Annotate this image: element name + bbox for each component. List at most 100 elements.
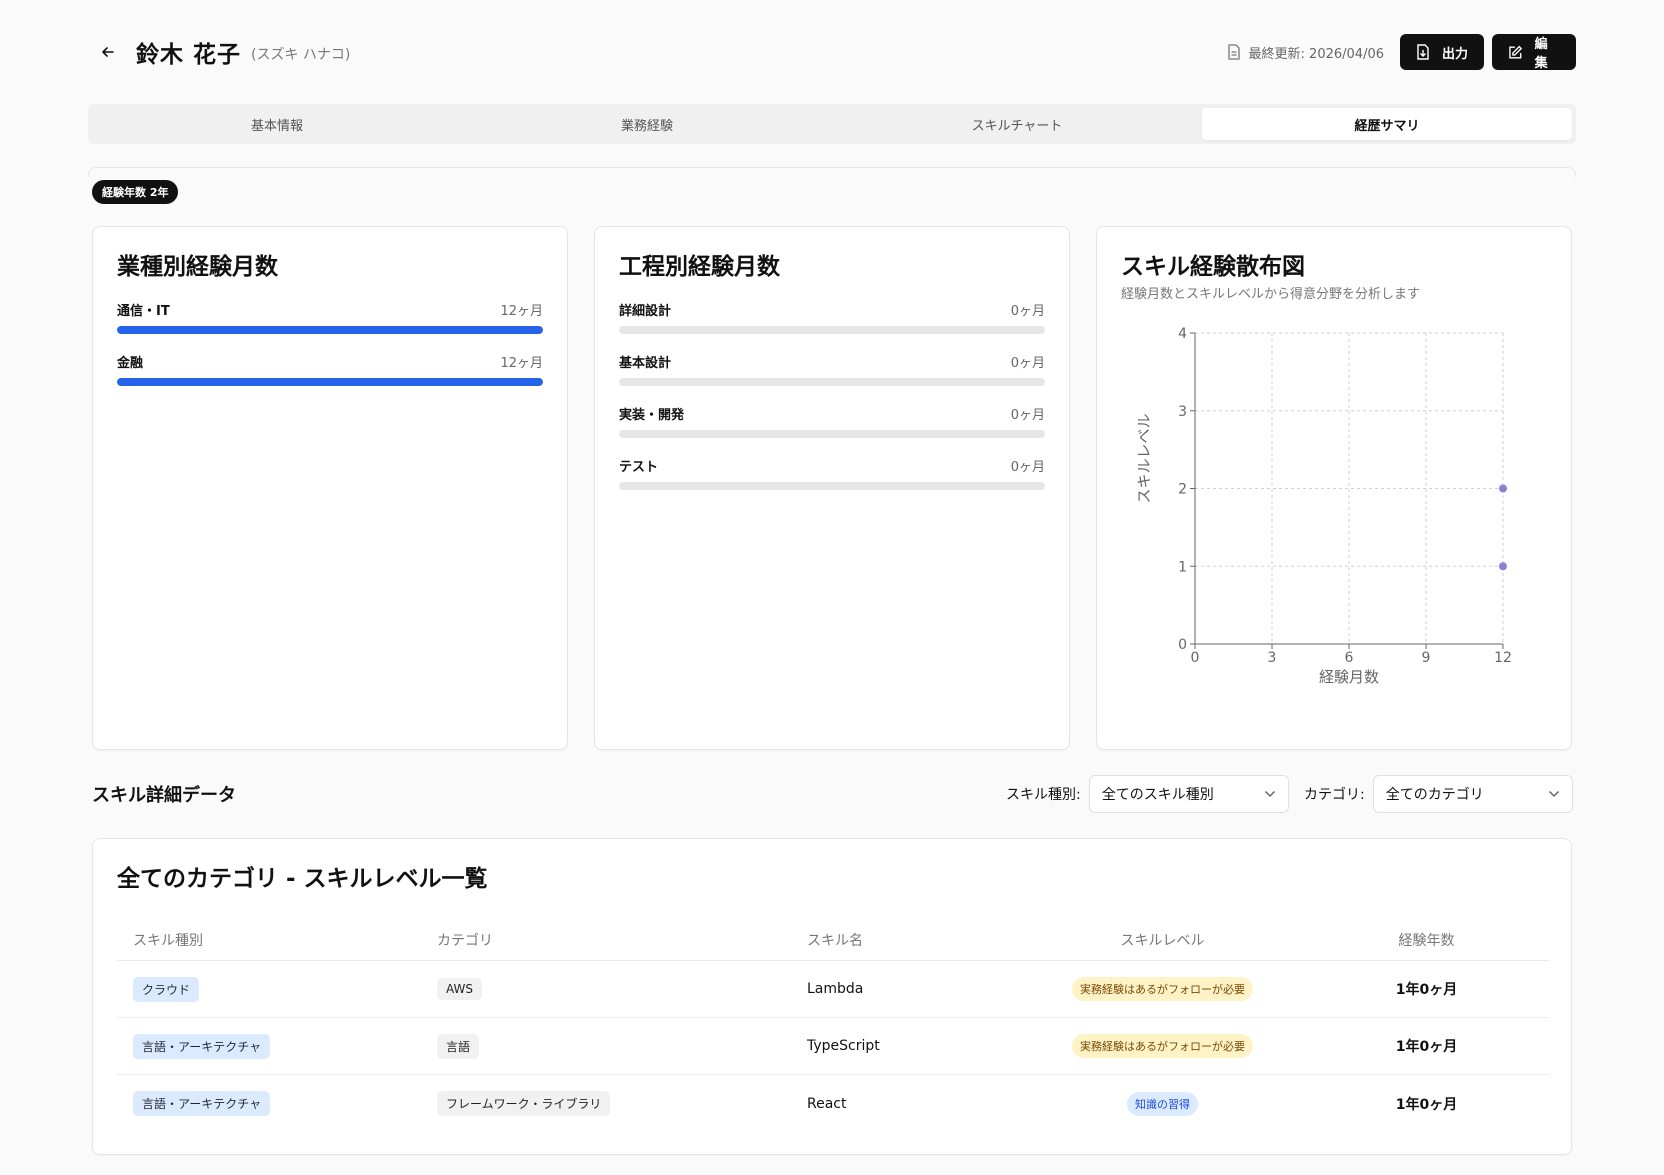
- years-value: 1年0ヶ月: [1395, 982, 1458, 998]
- y-tick-label: 3: [1178, 404, 1187, 420]
- scatter-point: [1499, 562, 1507, 571]
- cell-skill-type: 言語・アーキテクチャ: [117, 1091, 421, 1116]
- back-button[interactable]: [88, 32, 128, 72]
- header-years[interactable]: 経験年数: [1304, 930, 1549, 950]
- bar-track: [619, 326, 1045, 334]
- x-tick-label: 0: [1191, 650, 1200, 666]
- cell-skill-level: 実務経験はあるがフォローが必要: [1021, 1034, 1304, 1058]
- scatter-card-title: スキル経験散布図: [1121, 254, 1305, 280]
- cell-skill-level: 実務経験はあるがフォローが必要: [1021, 977, 1304, 1001]
- y-tick-label: 2: [1178, 482, 1187, 498]
- y-tick-label: 0: [1178, 637, 1187, 653]
- skill-level-table-card: 全てのカテゴリ - スキルレベル一覧 スキル種別 カテゴリ スキル名 スキルレベ…: [92, 838, 1572, 1155]
- scatter-card-subtitle: 経験月数とスキルレベルから得意分野を分析します: [1121, 287, 1421, 302]
- skill-level-badge: 実務経験はあるがフォローが必要: [1072, 977, 1253, 1001]
- skill-type-chip: クラウド: [133, 976, 200, 1002]
- x-tick-label: 12: [1494, 650, 1512, 666]
- cell-years: 1年0ヶ月: [1304, 979, 1549, 999]
- last-updated-text: 最終更新: 2026/04/06: [1248, 46, 1384, 62]
- cell-skill-level: 知識の習得: [1021, 1091, 1304, 1116]
- skill-details-title: スキル詳細データ: [92, 785, 236, 806]
- table-title: 全てのカテゴリ - スキルレベル一覧: [117, 866, 488, 892]
- years-value: 1年0ヶ月: [1395, 1039, 1458, 1055]
- export-button[interactable]: 出力: [1400, 34, 1484, 70]
- x-tick-label: 9: [1422, 650, 1431, 666]
- category-chip: フレームワーク・ライブラリ: [437, 1091, 611, 1116]
- tab-career-summary[interactable]: 経歴サマリ: [1202, 108, 1572, 140]
- skill-type-filter-label: スキル種別:: [1006, 787, 1081, 803]
- process-bar-row: 基本設計 0ヶ月: [619, 352, 1045, 392]
- process-bar-row: テスト 0ヶ月: [619, 456, 1045, 496]
- process-card-title: 工程別経験月数: [619, 254, 780, 280]
- process-bar-row: 実装・開発 0ヶ月: [619, 404, 1045, 444]
- table-header: スキル種別 カテゴリ スキル名 スキルレベル 経験年数: [117, 919, 1549, 961]
- employee-kana: (スズキ ハナコ): [251, 47, 351, 63]
- edit-icon: [1509, 45, 1523, 59]
- table-row[interactable]: 言語・アーキテクチャ フレームワーク・ライブラリ React 知識の習得 1年0…: [117, 1075, 1549, 1132]
- export-label: 出力: [1442, 46, 1469, 62]
- cell-years: 1年0ヶ月: [1304, 1094, 1549, 1114]
- bar-label: 金融: [117, 356, 144, 371]
- scatter-point: [1499, 484, 1507, 493]
- category-filter-label: カテゴリ:: [1304, 787, 1365, 803]
- header-skill-type[interactable]: スキル種別: [117, 930, 421, 950]
- bar-value: 12ヶ月: [500, 304, 543, 319]
- skill-type-chip: 言語・アーキテクチャ: [133, 1033, 271, 1059]
- cell-years: 1年0ヶ月: [1304, 1036, 1549, 1056]
- skill-type-filter: スキル種別: 全てのスキル種別: [1006, 775, 1289, 813]
- y-tick-label: 4: [1178, 326, 1187, 342]
- cell-category: AWS: [421, 978, 791, 1000]
- skill-type-select-value: 全てのスキル種別: [1101, 787, 1214, 803]
- bar-label: 実装・開発: [619, 408, 685, 423]
- process-experience-card: 工程別経験月数 詳細設計 0ヶ月 基本設計 0ヶ月 実装・開発 0ヶ月 テスト …: [594, 226, 1070, 750]
- bar-label: テスト: [619, 460, 659, 475]
- bar-track: [117, 326, 543, 334]
- edit-label: 編集: [1534, 37, 1548, 71]
- tab-work-experience[interactable]: 業務経験: [462, 108, 832, 140]
- page-header: 鈴木 花子 (スズキ ハナコ) 最終更新: 2026/04/06 出力 編集: [88, 30, 1576, 74]
- tab-skill-chart[interactable]: スキルチャート: [832, 108, 1202, 140]
- bar-label: 通信・IT: [117, 304, 170, 319]
- header-skill-level[interactable]: スキルレベル: [1021, 930, 1304, 950]
- bar-label: 詳細設計: [619, 304, 672, 319]
- bar-fill: [117, 378, 543, 386]
- category-select-value: 全てのカテゴリ: [1385, 787, 1484, 803]
- category-filter: カテゴリ: 全てのカテゴリ: [1304, 775, 1573, 813]
- bar-track: [619, 430, 1045, 438]
- arrow-left-icon: [102, 47, 114, 57]
- cell-category: 言語: [421, 1033, 791, 1059]
- last-updated: 最終更新: 2026/04/06: [1227, 43, 1384, 62]
- bar-value: 12ヶ月: [500, 356, 543, 371]
- summary-container-edge: [88, 167, 1576, 177]
- skill-level-badge: 知識の習得: [1127, 1091, 1198, 1116]
- bar-track: [619, 482, 1045, 490]
- header-category[interactable]: カテゴリ: [421, 930, 791, 950]
- experience-years-badge: 経験年数 2年: [92, 180, 179, 204]
- category-chip: 言語: [437, 1033, 480, 1059]
- industry-bar-row: 金融 12ヶ月: [117, 352, 543, 392]
- chevron-down-icon: [1264, 790, 1275, 798]
- x-axis-title: 経験月数: [1319, 668, 1379, 686]
- process-bar-row: 詳細設計 0ヶ月: [619, 300, 1045, 340]
- tab-bar: 基本情報 業務経験 スキルチャート 経歴サマリ: [88, 104, 1576, 144]
- header-actions: 最終更新: 2026/04/06 出力 編集: [1227, 34, 1576, 71]
- years-value: 1年0ヶ月: [1395, 1096, 1458, 1113]
- skill-level-table: スキル種別 カテゴリ スキル名 スキルレベル 経験年数 クラウド AWS Lam…: [117, 919, 1549, 1132]
- bar-track: [619, 378, 1045, 386]
- bar-value: 0ヶ月: [1010, 460, 1045, 475]
- tab-basic-info[interactable]: 基本情報: [92, 108, 462, 140]
- chevron-down-icon: [1548, 790, 1559, 798]
- edit-button[interactable]: 編集: [1492, 34, 1576, 71]
- skill-type-chip: 言語・アーキテクチャ: [133, 1091, 271, 1116]
- skill-type-select[interactable]: 全てのスキル種別: [1088, 775, 1289, 813]
- category-select[interactable]: 全てのカテゴリ: [1372, 775, 1573, 813]
- category-chip: AWS: [437, 978, 483, 1000]
- table-row[interactable]: 言語・アーキテクチャ 言語 TypeScript 実務経験はあるがフォローが必要…: [117, 1018, 1549, 1075]
- header-skill-name[interactable]: スキル名: [791, 930, 1021, 950]
- table-row[interactable]: クラウド AWS Lambda 実務経験はあるがフォローが必要 1年0ヶ月: [117, 961, 1549, 1018]
- y-tick-label: 1: [1178, 559, 1187, 575]
- cell-category: フレームワーク・ライブラリ: [421, 1091, 791, 1116]
- file-export-icon: [1417, 44, 1429, 60]
- bar-value: 0ヶ月: [1010, 356, 1045, 371]
- skill-scatter-card: スキル経験散布図 経験月数とスキルレベルから得意分野を分析します 0 3 6 9 12 0…: [1096, 226, 1572, 750]
